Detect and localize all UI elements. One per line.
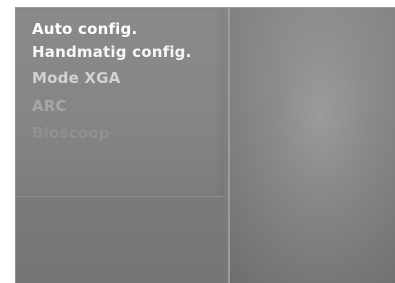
menu-item-arc[interactable]: ARC	[32, 97, 67, 115]
menu-panel-lower-area	[16, 197, 224, 283]
menu-panel: Auto config. Handmatig config. Mode XGA …	[16, 8, 230, 283]
menu-item-bioscoop[interactable]: Bioscoop	[32, 124, 110, 142]
menu-item-auto-config[interactable]: Auto config.	[32, 20, 137, 38]
tv-screen: Auto config. Handmatig config. Mode XGA …	[0, 0, 395, 283]
menu-list: Auto config. Handmatig config. Mode XGA …	[16, 8, 224, 197]
preview-panel	[230, 8, 395, 283]
tv-display: Auto config. Handmatig config. Mode XGA …	[15, 7, 395, 283]
menu-item-mode-xga[interactable]: Mode XGA	[32, 69, 120, 87]
menu-item-manual-config[interactable]: Handmatig config.	[32, 43, 192, 61]
